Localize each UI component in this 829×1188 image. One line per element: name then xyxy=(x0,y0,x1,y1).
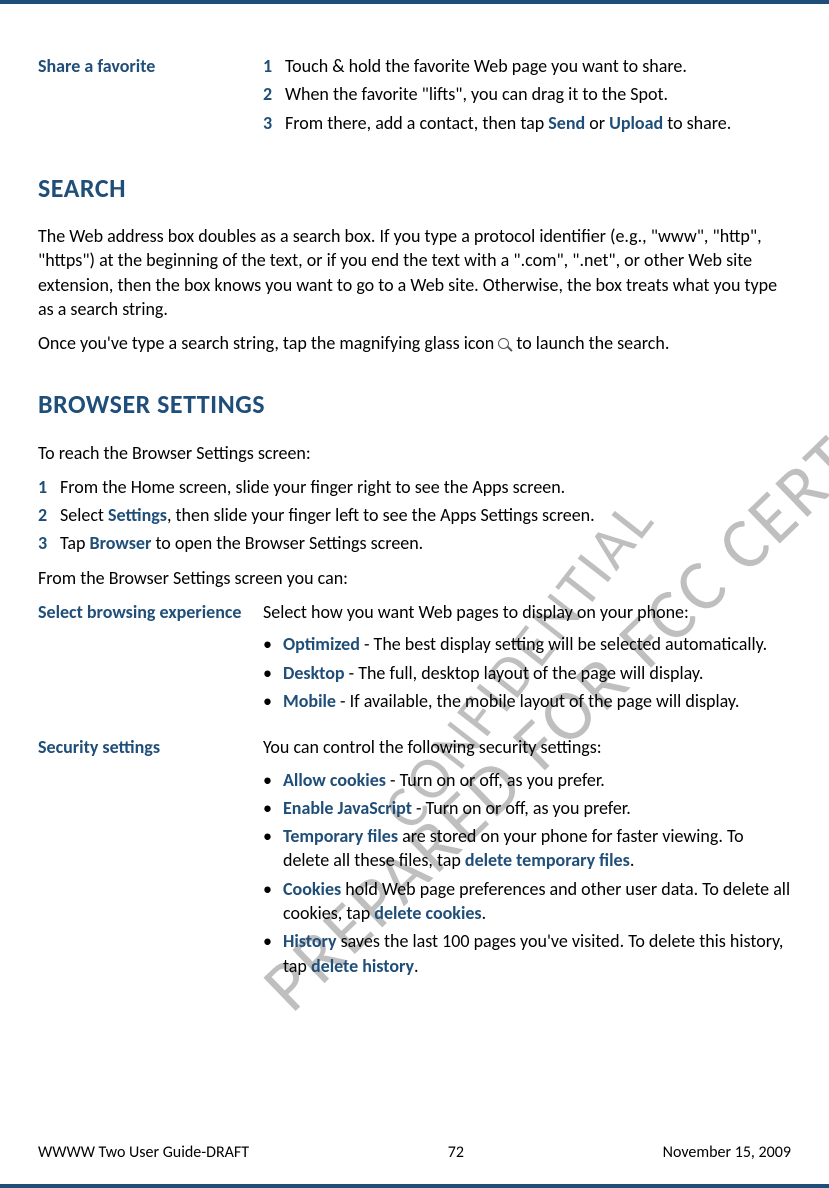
step-number: 3 xyxy=(38,531,60,555)
text-fragment: , then slide your finger left to see the… xyxy=(167,504,595,526)
browser-outro: From the Browser Settings screen you can… xyxy=(38,566,791,590)
step-number: 2 xyxy=(38,503,60,527)
option-optimized: Optimized - The best display setting wil… xyxy=(263,632,791,656)
action-label: delete temporary files xyxy=(465,849,630,871)
search-para-1: The Web address box doubles as a search … xyxy=(38,224,791,321)
option-desktop: Desktop - The full, desktop layout of th… xyxy=(263,661,791,685)
security-cookies: Cookies hold Web page preferences and ot… xyxy=(263,877,791,926)
option-text: - Turn on or off, as you prefer. xyxy=(412,797,631,819)
browser-link: Browser xyxy=(90,532,152,554)
send-label: Send xyxy=(548,112,585,134)
text-fragment: to launch the search. xyxy=(516,332,669,354)
option-label: Mobile xyxy=(283,690,336,712)
settings-link: Settings xyxy=(108,504,167,526)
page-footer: WWWW Two User Guide-DRAFT 72 November 15… xyxy=(38,1142,791,1164)
footer-page-number: 72 xyxy=(448,1142,464,1164)
step-number: 1 xyxy=(38,475,60,499)
option-text: - If available, the mobile layout of the… xyxy=(336,690,739,712)
step-number: 3 xyxy=(263,111,285,135)
text-fragment: . xyxy=(414,955,419,977)
step-text: When the favorite "lifts", you can drag … xyxy=(285,82,791,106)
text-fragment: From there, add a contact, then tap xyxy=(285,112,548,134)
search-heading: SEARCH xyxy=(38,171,791,206)
step-text: Touch & hold the favorite Web page you w… xyxy=(285,54,791,78)
option-mobile: Mobile - If available, the mobile layout… xyxy=(263,689,791,713)
browser-step-1: 1 From the Home screen, slide your finge… xyxy=(38,475,791,499)
option-label: History xyxy=(283,930,337,952)
browsing-experience-section: Select browsing experience Select how yo… xyxy=(38,600,791,717)
browsing-experience-lead: Select how you want Web pages to display… xyxy=(263,600,791,624)
action-label: delete history xyxy=(311,955,414,977)
text-fragment: . xyxy=(482,902,487,924)
option-text: - The full, desktop layout of the page w… xyxy=(345,662,704,684)
text-fragment: . xyxy=(630,849,635,871)
step-number: 2 xyxy=(263,82,285,106)
security-enable-js: Enable JavaScript - Turn on or off, as y… xyxy=(263,796,791,820)
text-fragment: or xyxy=(585,112,609,134)
browser-step-3: 3 Tap Browser to open the Browser Settin… xyxy=(38,531,791,555)
share-step-2: 2 When the favorite "lifts", you can dra… xyxy=(263,82,791,106)
option-label: Temporary files xyxy=(283,825,398,847)
option-label: Optimized xyxy=(283,633,360,655)
security-history: History saves the last 100 pages you've … xyxy=(263,929,791,978)
step-text: From the Home screen, slide your finger … xyxy=(60,475,791,499)
security-settings-section: Security settings You can control the fo… xyxy=(38,735,791,982)
footer-left: WWWW Two User Guide-DRAFT xyxy=(38,1142,249,1164)
share-step-3: 3 From there, add a contact, then tap Se… xyxy=(263,111,791,135)
step-text: From there, add a contact, then tap Send… xyxy=(285,111,791,135)
security-temp-files: Temporary files are stored on your phone… xyxy=(263,824,791,873)
text-fragment: to share. xyxy=(663,112,731,134)
share-step-1: 1 Touch & hold the favorite Web page you… xyxy=(263,54,791,78)
magnifying-glass-icon xyxy=(498,338,512,352)
step-text: Select Settings, then slide your finger … xyxy=(60,503,791,527)
browser-step-2: 2 Select Settings, then slide your finge… xyxy=(38,503,791,527)
security-allow-cookies: Allow cookies - Turn on or off, as you p… xyxy=(263,768,791,792)
text-fragment: Select xyxy=(60,504,108,526)
security-settings-heading: Security settings xyxy=(38,735,253,759)
option-text: - Turn on or off, as you prefer. xyxy=(386,769,605,791)
action-label: delete cookies xyxy=(374,902,481,924)
search-para-2: Once you've type a search string, tap th… xyxy=(38,331,791,355)
browser-intro: To reach the Browser Settings screen: xyxy=(38,441,791,465)
footer-date: November 15, 2009 xyxy=(663,1142,791,1164)
upload-label: Upload xyxy=(609,112,663,134)
option-label: Enable JavaScript xyxy=(283,797,412,819)
option-label: Allow cookies xyxy=(283,769,386,791)
text-fragment: hold Web page preferences and other user… xyxy=(283,878,790,924)
text-fragment: Tap xyxy=(60,532,90,554)
option-label: Cookies xyxy=(283,878,341,900)
step-number: 1 xyxy=(263,54,285,78)
option-label: Desktop xyxy=(283,662,345,684)
share-favorite-section: Share a favorite 1 Touch & hold the favo… xyxy=(38,54,791,139)
text-fragment: to open the Browser Settings screen. xyxy=(151,532,423,554)
browsing-experience-heading: Select browsing experience xyxy=(38,600,253,624)
browser-settings-heading: BROWSER SETTINGS xyxy=(38,387,791,422)
option-text: - The best display setting will be selec… xyxy=(360,633,767,655)
text-fragment: Once you've type a search string, tap th… xyxy=(38,332,498,354)
security-lead: You can control the following security s… xyxy=(263,735,791,759)
share-favorite-heading: Share a favorite xyxy=(38,54,253,78)
step-text: Tap Browser to open the Browser Settings… xyxy=(60,531,791,555)
